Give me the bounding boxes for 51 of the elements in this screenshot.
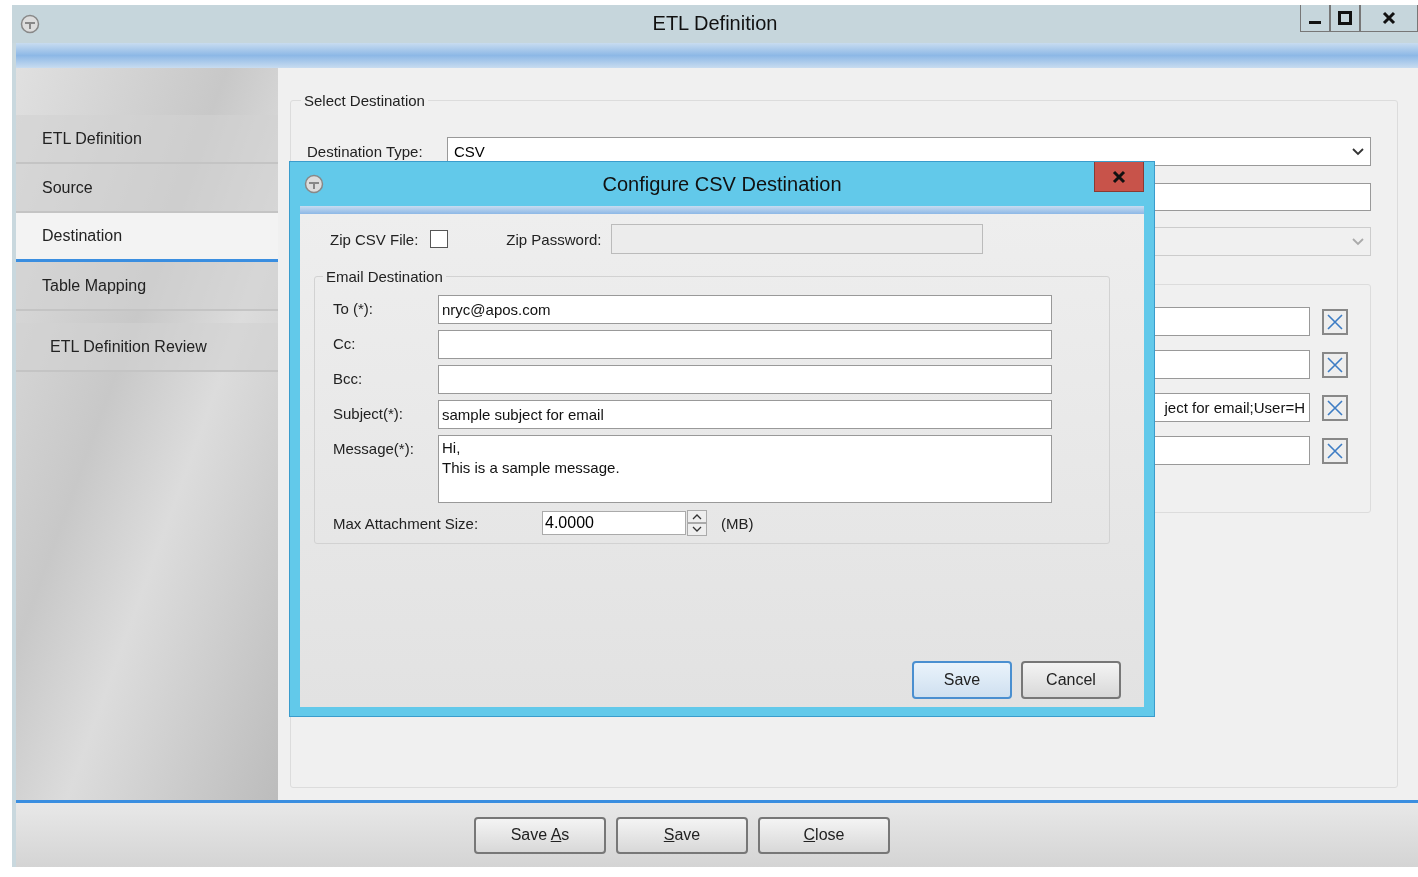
footer-button[interactable]: Save As — [474, 816, 606, 854]
zip-csv-label: Zip CSV File: — [330, 230, 419, 248]
cross-icon — [1326, 355, 1344, 374]
destination-type-label: Destination Type: — [307, 143, 424, 160]
close-icon — [1111, 169, 1127, 184]
spin-arrows-icon — [687, 510, 707, 536]
input-field[interactable] — [438, 365, 1052, 394]
remove-button[interactable] — [1322, 351, 1348, 378]
dialog-button[interactable]: Cancel — [1021, 661, 1121, 699]
cross-icon — [1326, 441, 1344, 460]
window-title: ETL Definition — [652, 12, 778, 35]
maximize-button[interactable] — [1330, 5, 1360, 32]
dialog-title: Configure CSV Destination — [602, 173, 842, 196]
close-button[interactable] — [1360, 5, 1418, 32]
number-field[interactable]: 4.0000 — [542, 511, 686, 535]
footer-button[interactable]: Close — [758, 816, 890, 854]
zip-password-label: Zip Password: — [506, 230, 602, 248]
remove-button[interactable] — [1322, 437, 1348, 464]
maximize-icon — [1338, 11, 1352, 25]
input-field[interactable]: nryc@apos.com — [438, 295, 1052, 324]
sidebar-item[interactable]: Table Mapping — [16, 262, 278, 311]
chevron-down-icon — [1352, 237, 1364, 246]
field-label: Max Attachment Size: — [333, 514, 480, 532]
unit-label: (MB) — [721, 514, 754, 532]
app-icon — [20, 14, 40, 34]
sidebar-item[interactable]: ETL Definition Review — [16, 323, 278, 372]
input-field[interactable]: sample subject for email — [438, 400, 1052, 429]
sidebar-item[interactable]: Source — [16, 164, 278, 213]
group-title: Email Destination — [325, 268, 444, 285]
group-title: Select Destination — [303, 92, 426, 109]
sidebar-item[interactable]: Destination — [16, 213, 278, 262]
checkbox[interactable] — [430, 230, 449, 248]
field-label: Cc: — [333, 334, 357, 352]
field-label: To (*): — [333, 299, 374, 317]
cross-icon — [1326, 312, 1344, 331]
dialog-button[interactable]: Save — [912, 661, 1012, 699]
footer-button[interactable]: Save — [616, 816, 748, 854]
minimize-icon — [1309, 21, 1321, 24]
message-field[interactable]: Hi, This is a sample message. — [438, 435, 1052, 503]
chevron-down-icon — [1352, 147, 1364, 156]
close-icon — [1382, 11, 1396, 25]
remove-button[interactable] — [1322, 394, 1348, 421]
sidebar-item[interactable]: ETL Definition — [16, 115, 278, 164]
remove-button[interactable] — [1322, 308, 1348, 335]
input-field[interactable] — [438, 330, 1052, 359]
field-label: Message(*): — [333, 439, 415, 457]
field-label: Subject(*): — [333, 404, 405, 422]
app-icon — [304, 174, 324, 194]
field-label: Bcc: — [333, 369, 364, 387]
cross-icon — [1326, 398, 1344, 417]
minimize-button[interactable] — [1300, 5, 1330, 32]
